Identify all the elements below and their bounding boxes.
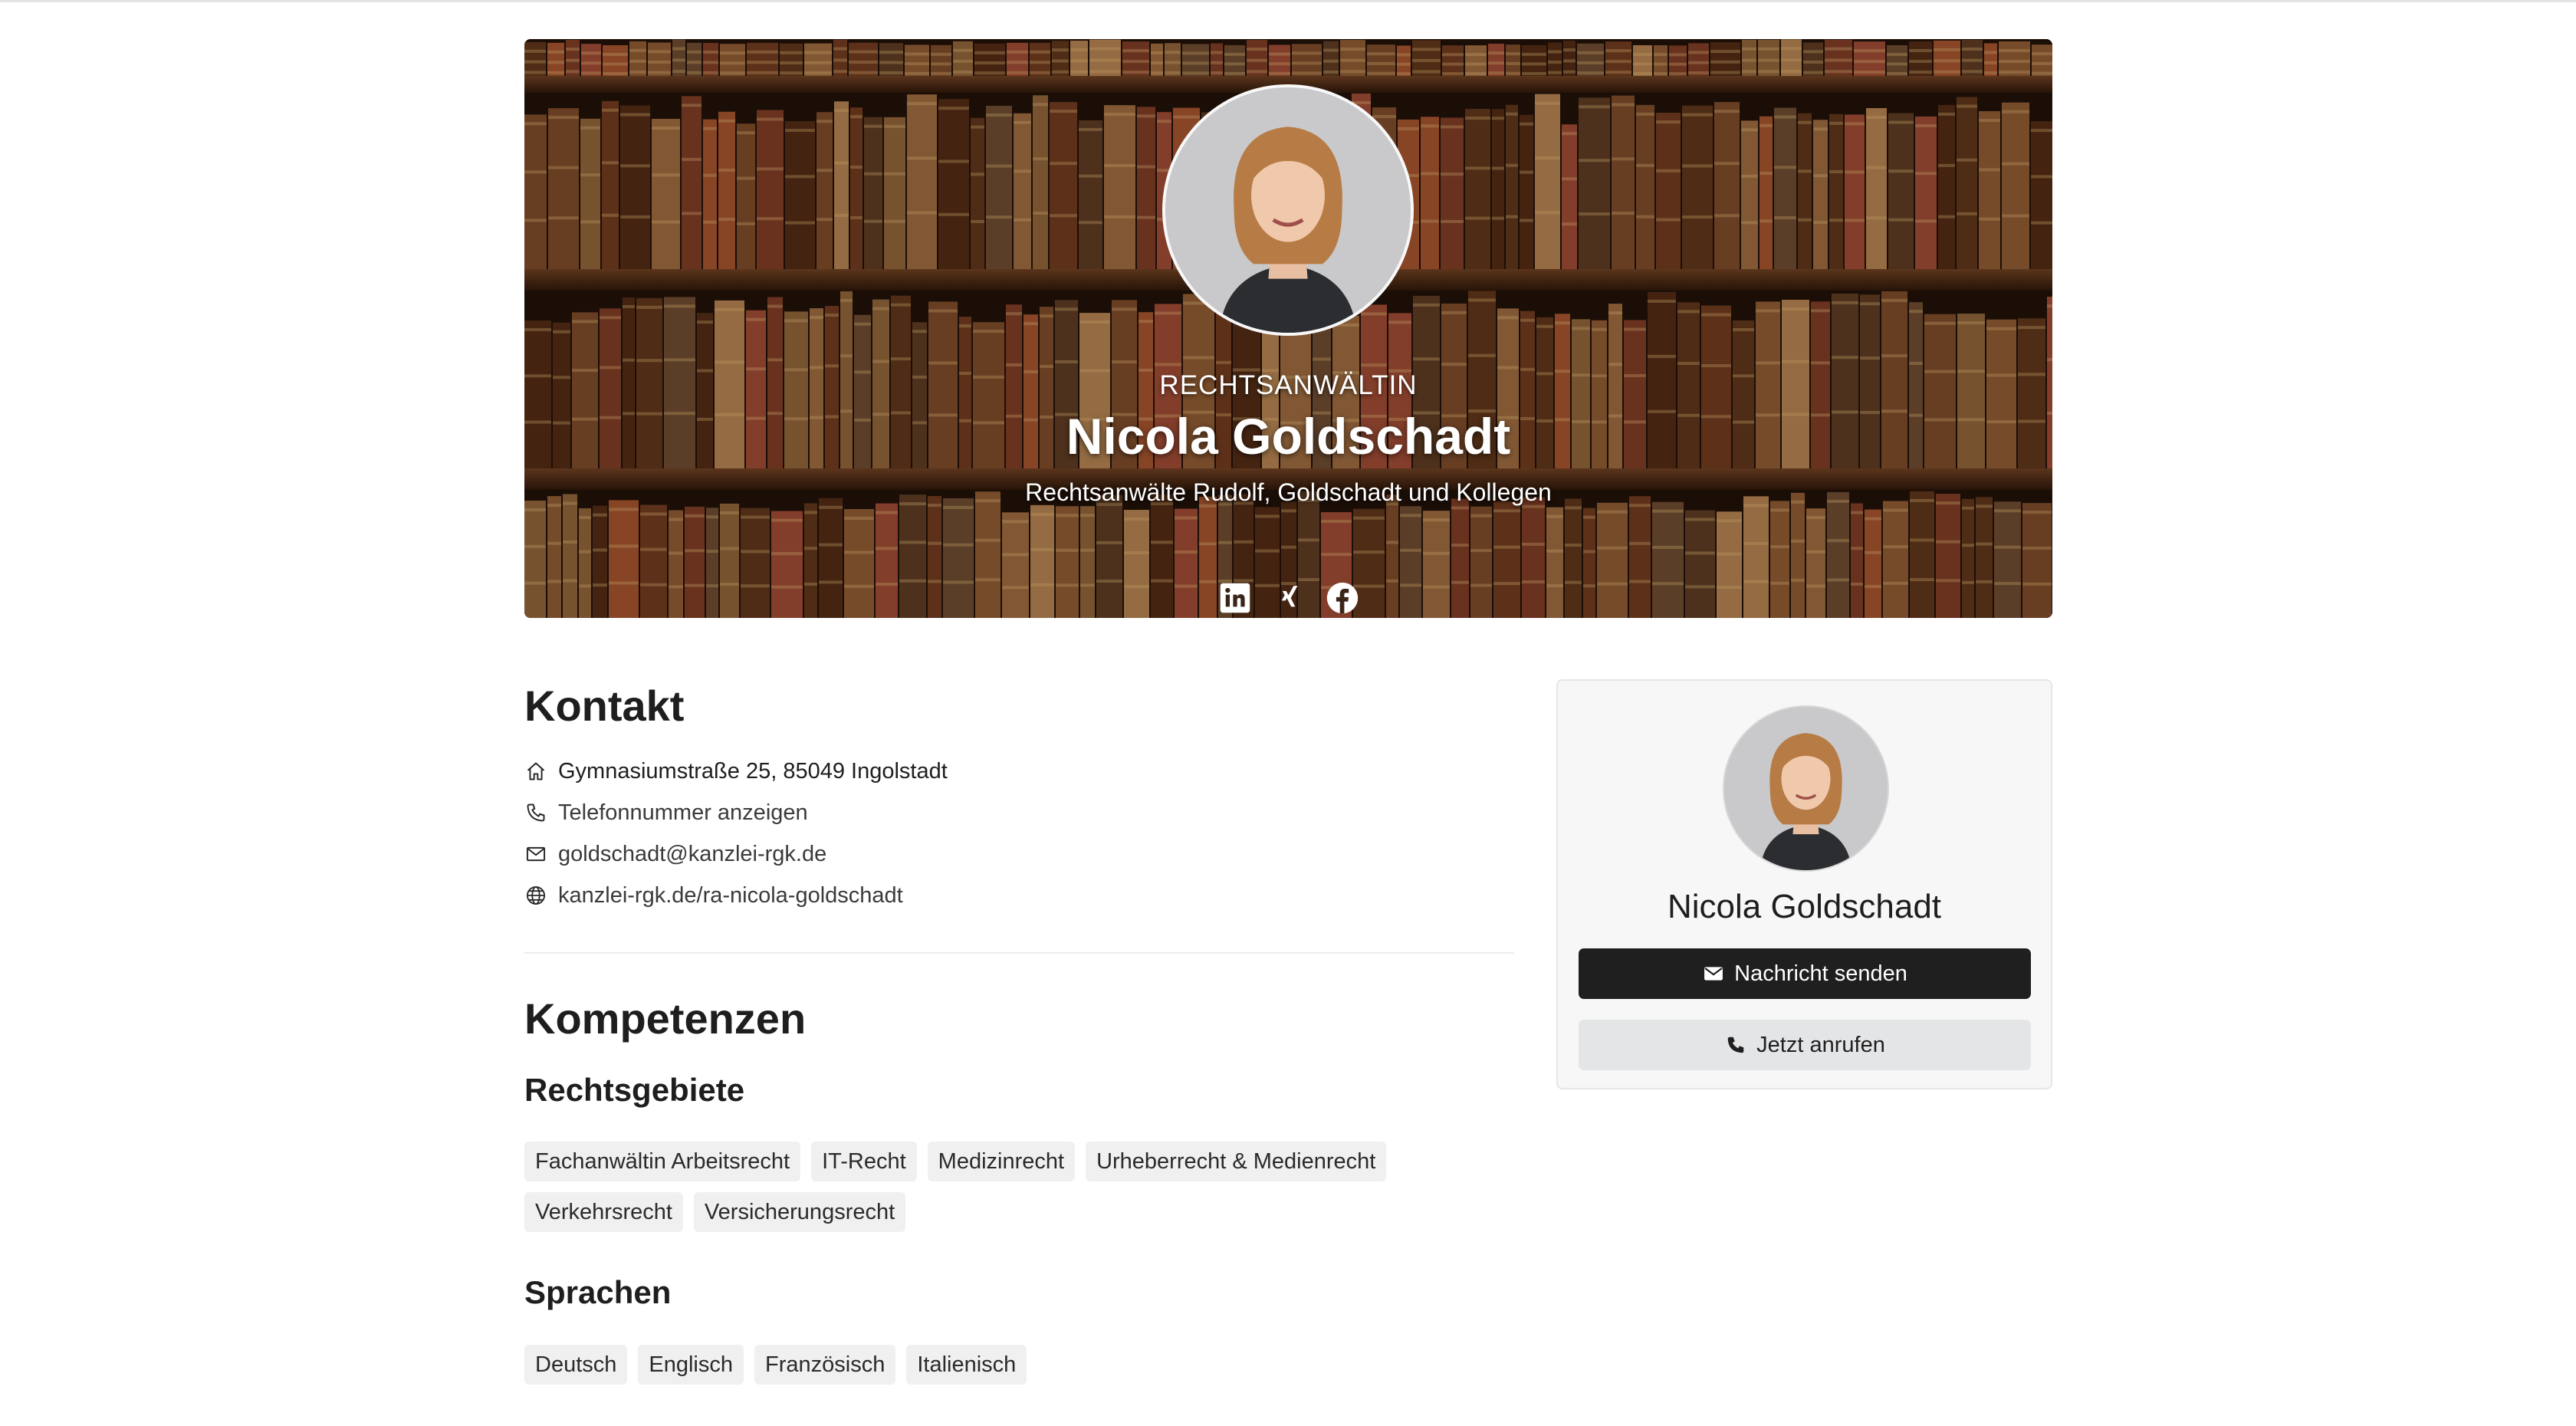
profile-firm: Rechtsanwälte Rudolf, Goldschadt und Kol… (1025, 478, 1552, 506)
envelope-icon (524, 843, 547, 866)
profile-hero-banner: RECHTSANWÄLTIN Nicola Goldschadt Rechtsa… (524, 39, 2052, 618)
language-tag: Englisch (638, 1345, 744, 1385)
language-tag: Deutsch (524, 1345, 628, 1385)
profile-role: RECHTSANWÄLTIN (1159, 370, 1418, 400)
section-divider (524, 952, 1514, 954)
practice-areas-heading: Rechtsgebiete (524, 1072, 745, 1108)
language-tag: Französisch (754, 1345, 896, 1385)
envelope-icon (1702, 962, 1725, 985)
globe-icon (524, 884, 547, 907)
languages-list: Deutsch Englisch Französisch Italienisch (524, 1345, 1514, 1385)
practice-areas-list: Fachanwältin Arbeitsrecht IT-Recht Mediz… (524, 1142, 1514, 1232)
send-message-button[interactable]: Nachricht senden (1579, 948, 2031, 999)
practice-area-tag: Urheberrecht & Medienrecht (1086, 1142, 1387, 1181)
contact-phone[interactable]: Telefonnummer anzeigen (524, 797, 808, 828)
profile-name: Nicola Goldschadt (1066, 408, 1511, 465)
phone-icon (524, 801, 547, 824)
practice-area-tag: Fachanwältin Arbeitsrecht (524, 1142, 801, 1181)
xing-icon[interactable] (1271, 580, 1306, 616)
contact-address-text: Gymnasiumstraße 25, 85049 Ingolstadt (558, 758, 948, 784)
social-links (524, 580, 2052, 616)
facebook-icon[interactable] (1325, 580, 1360, 616)
card-profile-name: Nicola Goldschadt (1667, 888, 1942, 925)
call-now-button[interactable]: Jetzt anrufen (1579, 1020, 2031, 1070)
send-message-label: Nachricht senden (1734, 961, 1907, 986)
contact-heading: Kontakt (524, 682, 685, 730)
show-phone-link[interactable]: Telefonnummer anzeigen (558, 800, 808, 826)
linkedin-icon[interactable] (1217, 580, 1253, 616)
contact-card: Nicola Goldschadt Nachricht senden Jetzt… (1556, 679, 2052, 1089)
languages-heading: Sprachen (524, 1274, 672, 1310)
email-link[interactable]: goldschadt@kanzlei-rgk.de (558, 842, 826, 867)
practice-area-tag: Versicherungsrecht (693, 1192, 906, 1232)
top-border (0, 0, 2576, 2)
practice-area-tag: IT-Recht (811, 1142, 917, 1181)
profile-photo-large (1162, 84, 1414, 336)
phone-icon (1724, 1033, 1747, 1056)
practice-area-tag: Medizinrecht (927, 1142, 1076, 1181)
contact-address: Gymnasiumstraße 25, 85049 Ingolstadt (524, 756, 948, 787)
home-icon (524, 760, 547, 783)
skills-heading: Kompetenzen (524, 994, 807, 1043)
website-link[interactable]: kanzlei-rgk.de/ra-nicola-goldschadt (558, 883, 903, 909)
profile-photo-small (1723, 705, 1889, 872)
practice-area-tag: Verkehrsrecht (524, 1192, 683, 1232)
contact-email[interactable]: goldschadt@kanzlei-rgk.de (524, 839, 826, 869)
contact-website[interactable]: kanzlei-rgk.de/ra-nicola-goldschadt (524, 880, 903, 911)
language-tag: Italienisch (906, 1345, 1027, 1385)
call-now-label: Jetzt anrufen (1756, 1032, 1885, 1057)
